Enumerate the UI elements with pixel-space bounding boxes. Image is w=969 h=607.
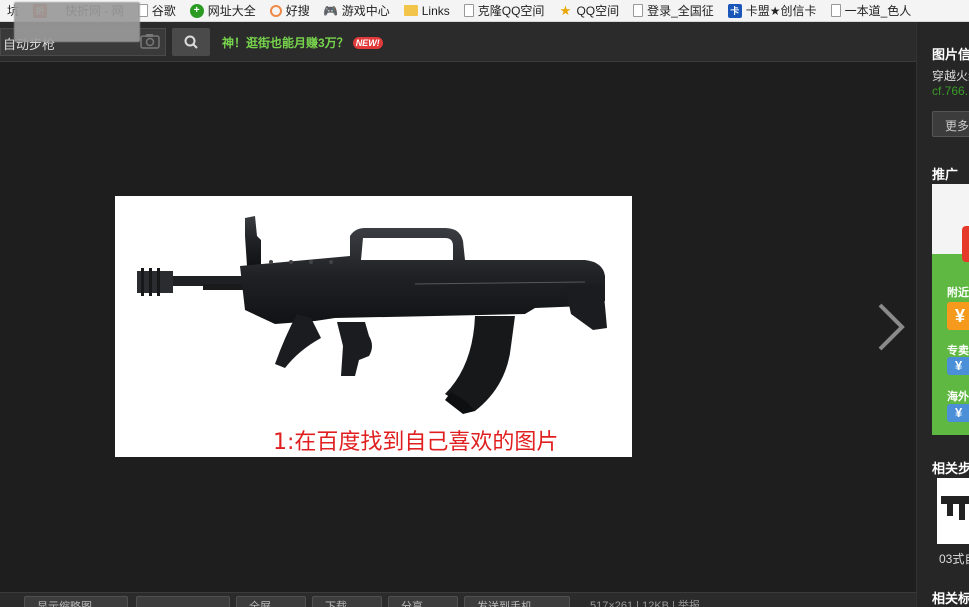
folder-icon — [403, 5, 418, 16]
bookmark-label: 好搜 — [285, 4, 310, 18]
search-ring-icon — [269, 4, 282, 17]
bookmark-item[interactable]: 克隆QQ空间 — [457, 0, 552, 21]
bookmark-label: 克隆QQ空间 — [477, 4, 545, 18]
image-info-title: 图片信息 — [932, 47, 969, 62]
bookmark-item[interactable]: 好搜 — [263, 0, 317, 21]
bookmark-label: 谷歌 — [151, 4, 176, 18]
bookmark-label: 网址大全 — [207, 4, 256, 18]
camera-icon[interactable] — [140, 33, 160, 49]
image-caption: 1:在百度找到自己喜欢的图片 — [273, 430, 559, 455]
next-image-arrow-icon[interactable] — [870, 299, 910, 355]
bookmark-item[interactable]: ★ QQ空间 — [551, 0, 626, 21]
yen-icon: ¥ — [947, 302, 969, 330]
gamepad-icon: 🎮 — [323, 3, 339, 18]
related-item-label[interactable]: 03式自动步枪 — [939, 550, 969, 567]
bookmark-item[interactable]: Links — [397, 0, 457, 21]
promo-text[interactable]: 神！逛街也能月赚3万？ — [222, 34, 349, 51]
advertisement[interactable]: 附近 ¥ 专卖 ¥ 海外 ¥ — [932, 184, 969, 435]
send-to-phone-button[interactable]: 发送到手机 — [464, 596, 570, 607]
image-info-source: 穿越火线 — [932, 69, 969, 83]
new-badge: NEW! — [352, 36, 383, 49]
download-button[interactable]: 下载 — [312, 596, 382, 607]
star-icon: ★ — [559, 2, 572, 18]
search-icon — [184, 35, 198, 49]
promo-link[interactable]: 神！逛街也能月赚3万？ NEW! — [222, 34, 383, 51]
card-logo-icon: 卡 — [727, 3, 742, 18]
ad-line: 附近 — [947, 287, 969, 299]
blurred-overlay — [14, 2, 140, 42]
bookmark-label: 一本道_色人 — [844, 4, 912, 18]
ad-line: 专卖 — [947, 345, 969, 357]
page-icon — [633, 4, 644, 17]
page-icon — [463, 4, 474, 17]
image-info-text: 517×261 | 12KB | 举报 — [590, 600, 700, 607]
search-button[interactable] — [172, 28, 210, 56]
related-thumbnail[interactable] — [937, 478, 969, 544]
bookmark-item[interactable]: 一本道_色人 — [824, 0, 919, 21]
right-sidebar: 图片信息 穿越火线 cf.766. 更多 推广 附近 ¥ 专卖 ¥ 海外 ¥ 相… — [916, 22, 969, 607]
bookmark-label: QQ空间 — [576, 4, 620, 18]
rifle-illustration — [137, 216, 607, 414]
bookmark-item[interactable]: 登录_全国征 — [626, 0, 721, 21]
green-plus-icon: + — [189, 3, 204, 18]
fullscreen-button[interactable]: 全屏 — [236, 596, 306, 607]
bookmark-label: 卡盟★创信卡 — [745, 4, 817, 18]
bookmark-label: 游戏中心 — [341, 4, 390, 18]
image-viewer: 1:在百度找到自己喜欢的图片 — [0, 62, 916, 592]
related-tags-title: 相关标签 — [932, 591, 969, 606]
ad-line: 海外 — [947, 391, 969, 403]
yen-icon: ¥ — [947, 357, 969, 375]
share-button[interactable]: 分享 — [388, 596, 458, 607]
bookmark-label: 登录_全国征 — [647, 4, 714, 18]
bookmark-item[interactable]: 🎮 游戏中心 — [317, 0, 397, 21]
promo-title: 推广 — [932, 167, 959, 182]
ad-logo — [962, 226, 969, 262]
related-title: 相关步枪 — [932, 461, 969, 476]
bottom-toolbar: 显示缩略图 全屏 下载 分享 发送到手机 517×261 | 12KB | 举报 — [0, 592, 916, 607]
source-link[interactable]: cf.766. — [932, 84, 968, 98]
bookmark-item[interactable]: + 网址大全 — [183, 0, 263, 21]
toolbar-button[interactable] — [136, 596, 230, 607]
bookmarks-bar: 坑折快折网 - 网谷歌+网址大全好搜🎮游戏中心Links克隆QQ空间★QQ空间登… — [0, 0, 969, 22]
main-image[interactable]: 1:在百度找到自己喜欢的图片 — [115, 196, 632, 457]
bookmark-item[interactable]: 卡卡盟★创信卡 — [721, 0, 824, 21]
more-button[interactable]: 更多 — [932, 111, 969, 137]
page-icon — [830, 4, 841, 17]
bookmark-label: Links — [421, 3, 450, 18]
show-thumbnails-button[interactable]: 显示缩略图 — [24, 596, 128, 607]
yen-icon: ¥ — [947, 404, 969, 422]
rifle-thumbnail-icon — [941, 496, 969, 520]
